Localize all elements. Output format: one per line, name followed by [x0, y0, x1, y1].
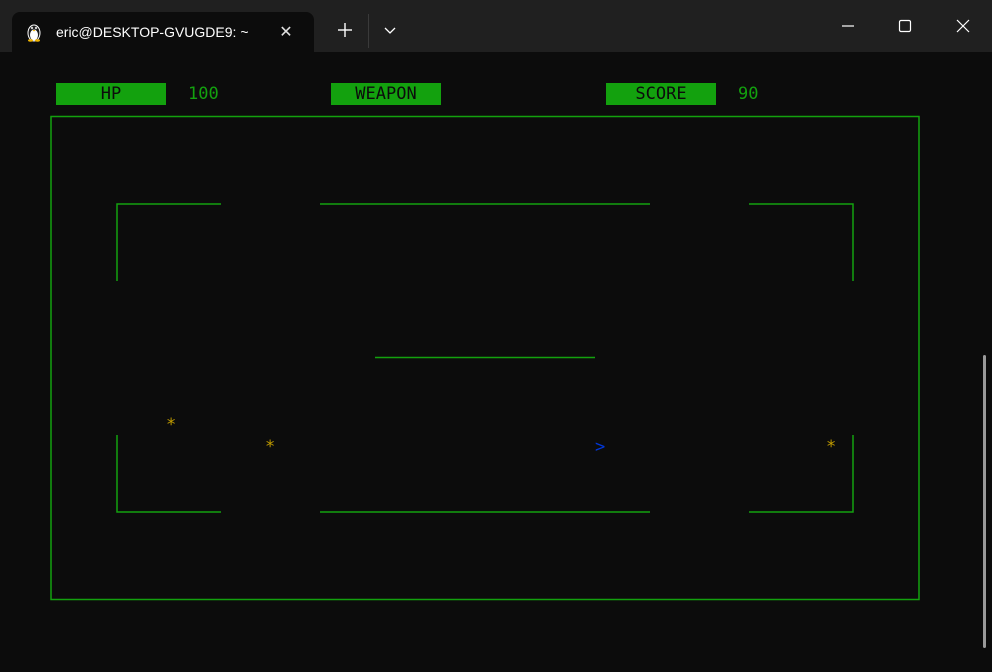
wall-top-right-bracket [749, 203, 854, 281]
wall-bottom-left-bracket [116, 435, 221, 513]
player-ship: > [595, 437, 605, 457]
wall-top-left-bracket [116, 203, 221, 281]
pickup-star: * [265, 437, 275, 457]
vertical-scrollbar[interactable] [983, 355, 986, 648]
wall-bottom-right-bracket [749, 435, 854, 513]
pickup-star: * [166, 415, 176, 435]
pickup-star: * [826, 437, 836, 457]
game-arena: * * * > [50, 115, 920, 601]
